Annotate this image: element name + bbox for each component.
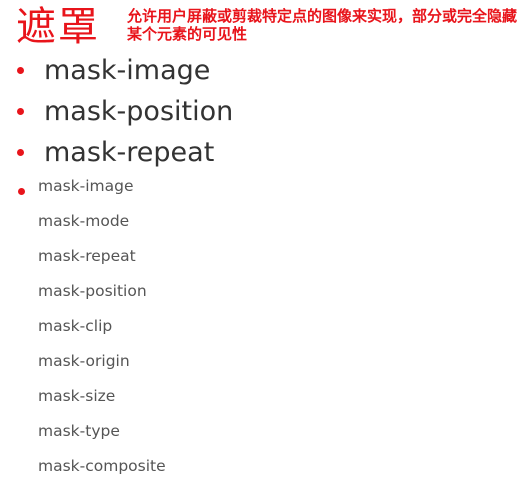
page-title: 遮罩 <box>16 4 100 50</box>
sub-list-item: mask-type <box>38 422 120 440</box>
sub-list-item: mask-repeat <box>38 247 136 265</box>
main-list-item: mask-repeat <box>0 132 233 173</box>
sub-list-item: mask-clip <box>38 317 113 335</box>
main-list-item: mask-image <box>0 50 233 91</box>
page-description: 允许用户屏蔽或剪裁特定点的图像来实现，部分或完全隐藏某个元素的可见性 <box>127 7 518 43</box>
sub-list-item: mask-position <box>38 282 147 300</box>
bullet-dot-icon <box>17 67 24 74</box>
sub-list-item: mask-size <box>38 387 116 405</box>
sub-list-item: mask-composite <box>38 457 166 475</box>
bullet-dot-icon <box>17 149 24 156</box>
sub-list-item: mask-origin <box>38 352 130 370</box>
main-item-label: mask-image <box>44 55 211 86</box>
main-item-label: mask-repeat <box>44 137 215 168</box>
main-property-list: mask-image mask-position mask-repeat <box>0 50 233 173</box>
header: 遮罩 允许用户屏蔽或剪裁特定点的图像来实现，部分或完全隐藏某个元素的可见性 <box>0 0 523 56</box>
sub-list-item: mask-mode <box>38 212 130 230</box>
sub-list-item: mask-image <box>38 177 134 195</box>
main-list-item: mask-position <box>0 91 233 132</box>
bullet-dot-icon <box>17 108 24 115</box>
main-item-label: mask-position <box>44 96 234 127</box>
sub-property-list: mask-image mask-mode mask-repeat mask-po… <box>0 171 166 486</box>
